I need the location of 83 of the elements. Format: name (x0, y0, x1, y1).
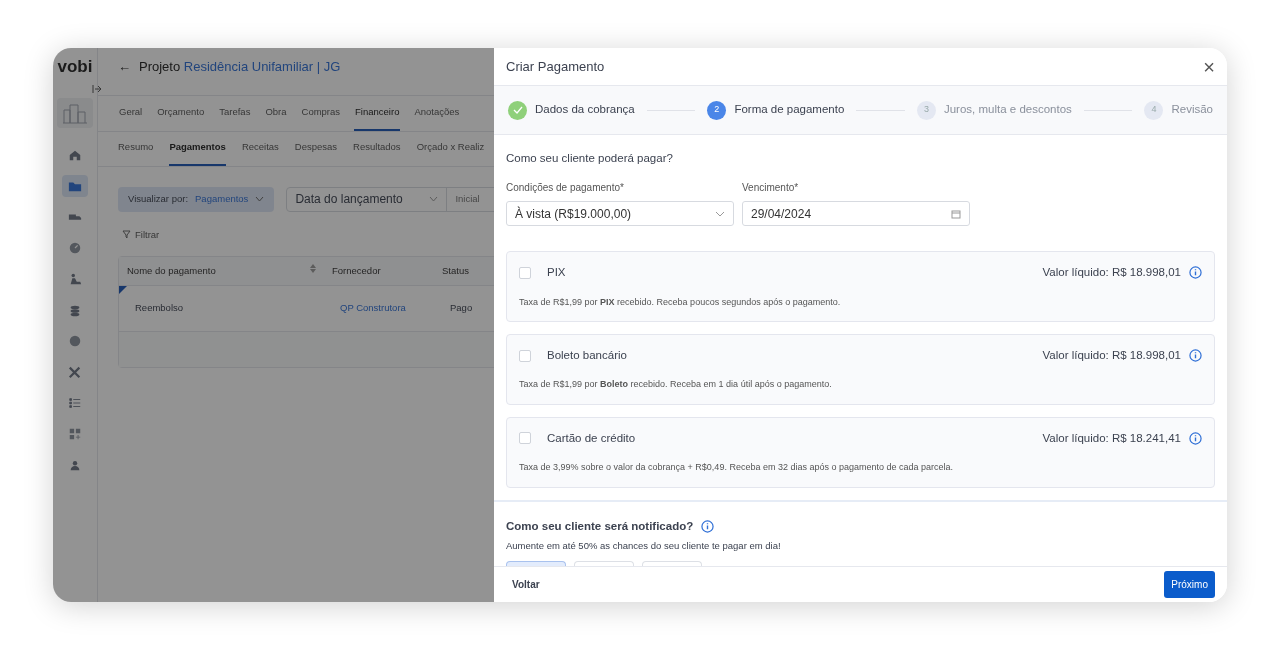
step[interactable]: 4 Revisão (1144, 100, 1213, 120)
field-label: Condições de pagamento* (506, 181, 625, 196)
table-cell-text: Reembolso (134, 301, 185, 316)
chevron-icon (255, 196, 265, 202)
filter-button[interactable]: Filtrar (102, 227, 494, 242)
subtab[interactable]: Resumo (118, 132, 154, 166)
section-heading: Como seu cliente poderá pagar? (506, 151, 674, 166)
checkbox[interactable] (519, 349, 531, 362)
supplier-link[interactable]: QP Construtora (324, 301, 434, 316)
back-button[interactable]: Voltar (512, 577, 540, 592)
home-icon (68, 148, 82, 162)
method-name: Boleto bancário (547, 348, 628, 363)
subtab[interactable]: Resultados (353, 132, 401, 166)
tab[interactable]: Obra (264, 96, 288, 132)
subtab[interactable]: Pagamentos (169, 132, 226, 166)
coins-icon (68, 303, 82, 317)
check-icon (512, 106, 523, 114)
step[interactable]: 3 Juros, multa e descontos (916, 100, 1072, 120)
step-number: 2 (707, 100, 727, 120)
column-header: Fornecedor (331, 263, 382, 278)
calendar-icon (951, 208, 961, 219)
payment-condition-select[interactable]: À vista (R$19.000,00) (506, 201, 734, 227)
tab[interactable]: Geral (118, 96, 144, 132)
date-field[interactable]: 29/04/2024 (742, 201, 970, 227)
field-label: Vencimento* (742, 181, 800, 196)
method-name: PIX (547, 265, 567, 281)
info-icon[interactable] (1189, 349, 1202, 363)
building-icon (61, 102, 89, 124)
checkbox[interactable] (519, 266, 531, 279)
info-icon[interactable] (1189, 266, 1202, 280)
drawer-title: Criar Pagamento (506, 57, 605, 76)
step-label: Forma de pagamento (734, 102, 845, 118)
view-by-select[interactable]: Visualizar por: Pagamentos (118, 186, 275, 212)
method-name: Cartão de crédito (547, 430, 637, 446)
net-value: Valor líquido: R$ 18.998,01 (1042, 265, 1181, 281)
step-number: 4 (1144, 100, 1164, 120)
sort-icon[interactable] (310, 263, 316, 273)
tab[interactable]: Orçamento (156, 96, 206, 132)
table-cell-text: Pago (449, 301, 474, 316)
step-label: Revisão (1171, 102, 1213, 118)
grid-plus-icon (68, 427, 82, 441)
info-icon[interactable] (1189, 431, 1202, 445)
filter-icon (122, 230, 131, 240)
info-icon[interactable] (701, 519, 715, 533)
coin-icon (68, 334, 82, 348)
worker-icon (68, 272, 82, 286)
step-label: Juros, multa e descontos (943, 102, 1072, 118)
next-button[interactable]: Próximo (1164, 571, 1215, 598)
logo: vobi (57, 56, 93, 78)
back-button[interactable]: ← (118, 57, 131, 77)
net-value: Valor líquido: R$ 18.998,01 (1042, 348, 1181, 363)
page-title: Projeto Residência Unifamiliar | JG (139, 58, 341, 77)
close-button[interactable]: × (1203, 56, 1215, 77)
expand-icon[interactable] (92, 84, 102, 94)
people-icon (68, 458, 82, 472)
tab[interactable]: Anotações (413, 96, 461, 132)
column-header: Nome do pagamento (119, 263, 324, 278)
step-label: Dados da cobrança (535, 102, 635, 118)
date-type-select[interactable]: Data do lançamento (287, 187, 448, 211)
subtab[interactable]: Despesas (294, 132, 338, 166)
step[interactable]: Dados da cobrança (508, 100, 635, 120)
subtab[interactable]: Receitas (241, 132, 279, 166)
method-description: Taxa de R$1,99 por Boleto recebido. Receba em 1 dia útil após o pagamento. (519, 378, 833, 392)
step-number: 3 (916, 100, 936, 120)
step[interactable]: 2 Forma de pagamento (707, 100, 845, 120)
tab[interactable]: Financeiro (354, 96, 401, 132)
list-icon (68, 396, 82, 410)
subtab[interactable]: Orçado x Realiz (416, 132, 485, 166)
tab[interactable]: Tarefas (218, 96, 252, 132)
corner-marker-icon (119, 285, 127, 294)
net-value: Valor líquido: R$ 18.241,41 (1042, 430, 1181, 446)
tools-icon (68, 365, 82, 379)
method-description: Taxa de 3,99% sobre o valor da cobrança + R$0,49. Receba em 32 dias após o pagamento de cada parcela. (519, 461, 955, 474)
column-header: Status (441, 263, 470, 278)
checkbox[interactable] (519, 432, 531, 445)
gauge-icon (68, 241, 82, 255)
section-heading: Como seu cliente será notificado? (506, 518, 694, 534)
chevron-icon (429, 196, 439, 202)
date-input[interactable]: Inicial (447, 190, 494, 208)
sidebar-item[interactable] (62, 175, 88, 197)
section-subtitle: Aumente em até 50% as chances do seu cliente te pagar em dia! (506, 538, 782, 553)
method-description: Taxa de R$1,99 por PIX recebido. Receba poucos segundos após o pagamento. (519, 295, 842, 309)
tab[interactable]: Compras (300, 96, 342, 132)
